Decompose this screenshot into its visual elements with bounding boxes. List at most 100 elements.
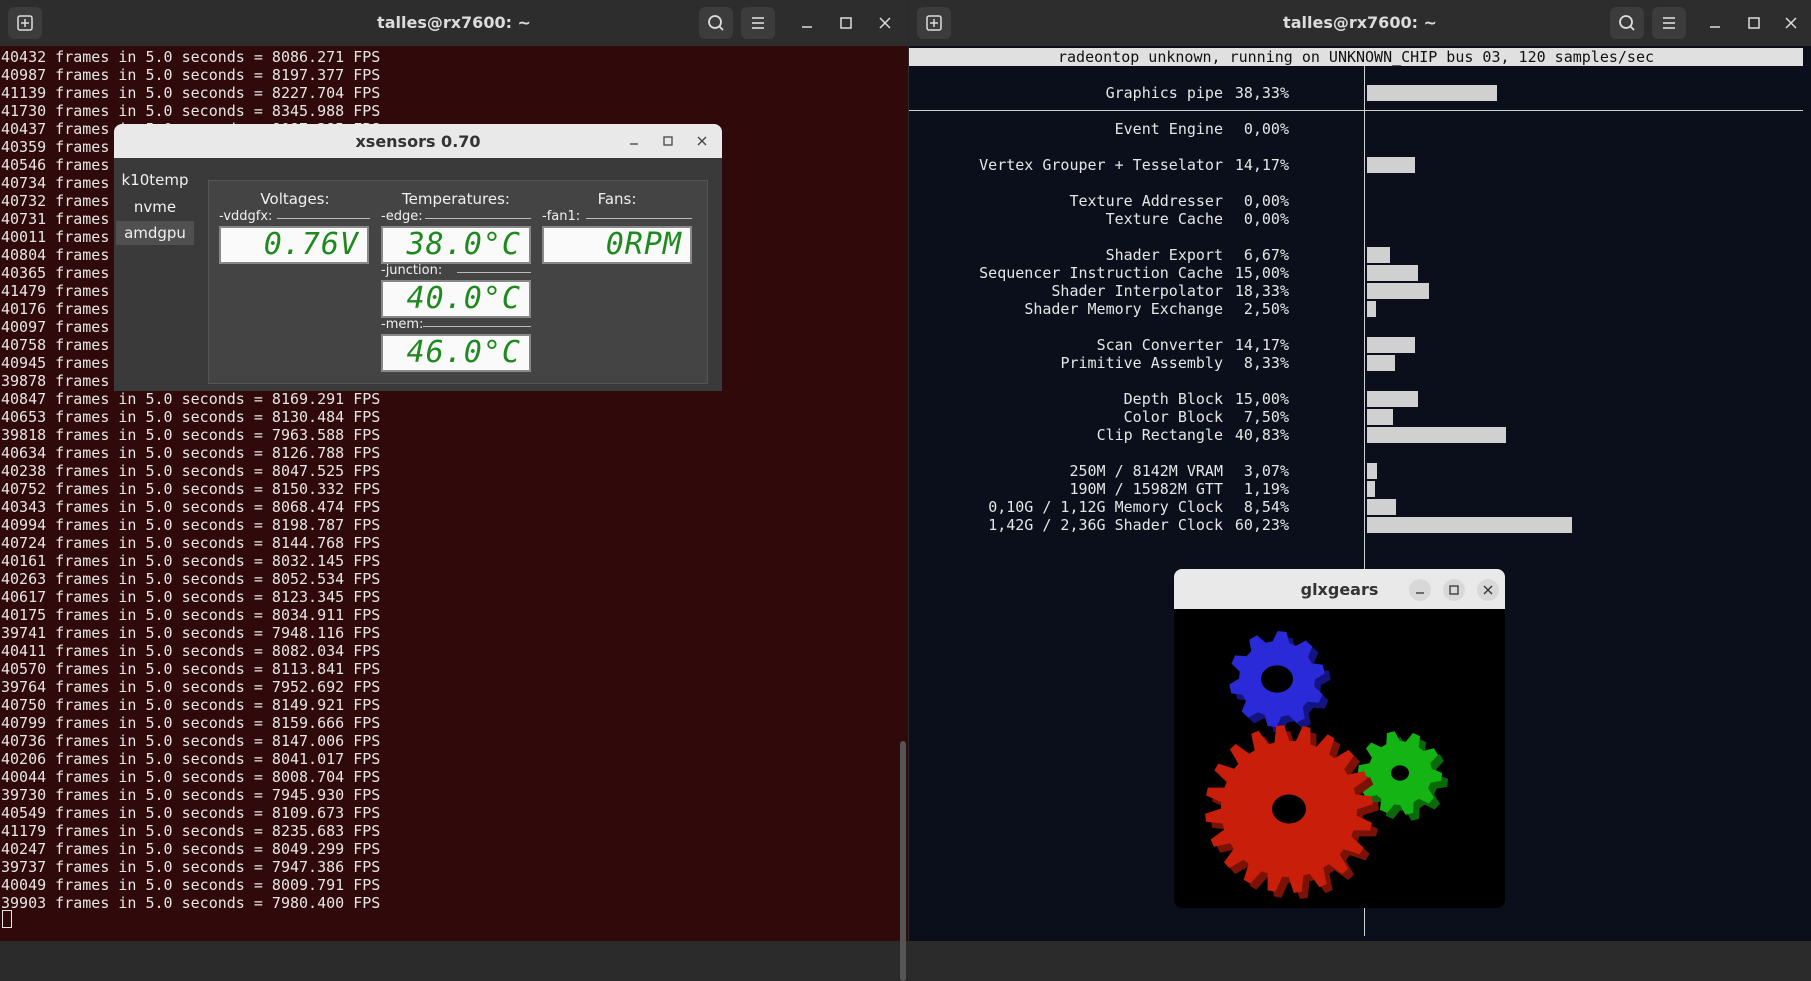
close-icon <box>879 17 891 29</box>
close-icon <box>1483 585 1493 595</box>
minimize-icon <box>1416 592 1424 594</box>
radeontop-row-label: 190M / 15982M GTT 1,19% <box>1069 480 1289 498</box>
usage-bar <box>1367 85 1497 101</box>
metric-name: Shader Interpolator <box>1051 282 1223 300</box>
maximize-icon <box>663 136 673 146</box>
fps-line: 40724 frames in 5.0 seconds = 8144.768 F… <box>1 534 381 552</box>
usage-bar <box>1367 337 1415 353</box>
usage-bar <box>1367 499 1396 515</box>
right-terminal-titlebar: talles@rx7600: ~ <box>909 0 1811 46</box>
close-icon <box>1785 17 1797 29</box>
metric-percent: 7,50% <box>1243 408 1289 426</box>
glxgears-canvas <box>1205 631 1448 899</box>
minimize-button[interactable] <box>1409 579 1431 601</box>
metric-name: Texture Cache <box>1105 210 1223 228</box>
maximize-button[interactable] <box>658 131 678 151</box>
search-button[interactable] <box>699 7 733 39</box>
close-button[interactable] <box>875 13 895 33</box>
metric-name: 190M / 15982M GTT <box>1069 480 1223 498</box>
minimize-button[interactable] <box>624 131 644 151</box>
fps-line: 40617 frames in 5.0 seconds = 8123.345 F… <box>1 588 381 606</box>
fps-line: 40799 frames in 5.0 seconds = 8159.666 F… <box>1 714 381 732</box>
fps-line: 40570 frames in 5.0 seconds = 8113.841 F… <box>1 660 381 678</box>
metric-percent: 18,33% <box>1234 282 1289 300</box>
radeontop-row-label: Sequencer Instruction Cache 15,00% <box>979 264 1289 282</box>
fps-line: 40847 frames in 5.0 seconds = 8169.291 F… <box>1 390 381 408</box>
red-gear <box>1205 725 1379 899</box>
fps-line: 39737 frames in 5.0 seconds = 7947.386 F… <box>1 858 381 876</box>
maximize-button[interactable] <box>1744 13 1764 33</box>
radeontop-row-label: Depth Block 15,00% <box>1124 390 1289 408</box>
fps-line: 40343 frames in 5.0 seconds = 8068.474 F… <box>1 498 381 516</box>
maximize-button[interactable] <box>836 13 856 33</box>
glxgears-titlebar: glxgears <box>1174 569 1505 609</box>
fps-line: 39764 frames in 5.0 seconds = 7952.692 F… <box>1 678 381 696</box>
fps-line: 40987 frames in 5.0 seconds = 8197.377 F… <box>1 66 381 84</box>
tab-k10temp[interactable]: k10temp <box>116 168 194 192</box>
metric-name: Texture Addresser <box>1069 192 1223 210</box>
metric-percent: 3,07% <box>1243 462 1289 480</box>
radeontop-row-label: 250M / 8142M VRAM 3,07% <box>1069 462 1289 480</box>
maximize-icon <box>840 17 852 29</box>
fans-title: Fans: <box>597 190 637 208</box>
usage-bar <box>1367 427 1506 443</box>
radeontop-row-label: Vertex Grouper + Tesselator 14,17% <box>979 156 1289 174</box>
metric-name: Sequencer Instruction Cache <box>979 264 1223 282</box>
vddgfx-label: -vddgfx: <box>219 209 273 224</box>
vddgfx-rule <box>277 218 370 219</box>
metric-percent: 0,00% <box>1243 120 1289 138</box>
amdgpu-sensor-panel: Voltages: Temperatures: Fans: -vddgfx: 0… <box>208 180 708 384</box>
radeontop-row-label: Shader Memory Exchange 2,50% <box>1024 300 1289 318</box>
metric-name: Graphics pipe <box>1105 84 1223 102</box>
radeontop-row-label: Shader Export 6,67% <box>1106 246 1289 264</box>
metric-percent: 0,00% <box>1243 192 1289 210</box>
fps-line: 41139 frames in 5.0 seconds = 8227.704 F… <box>1 84 381 102</box>
usage-bar <box>1367 517 1572 533</box>
usage-bar <box>1367 265 1418 281</box>
metric-percent: 8,33% <box>1243 354 1289 372</box>
minimize-button[interactable] <box>1705 13 1725 33</box>
menu-button[interactable] <box>741 7 775 39</box>
usage-bar <box>1367 283 1429 299</box>
xsensors-window: xsensors 0.70 k10temp nvme amdgpu Voltag… <box>114 124 722 391</box>
fps-line: 40175 frames in 5.0 seconds = 8034.911 F… <box>1 606 381 624</box>
mem-label: -mem: <box>381 317 424 332</box>
fps-line: 40994 frames in 5.0 seconds = 8198.787 F… <box>1 516 381 534</box>
xsensors-body: k10temp nvme amdgpu Voltages: Temperatur… <box>114 158 722 391</box>
usage-bar <box>1367 409 1393 425</box>
metric-name: 0,10G / 1,12G Memory Clock <box>988 498 1223 516</box>
radeontop-row-label: Texture Cache 0,00% <box>1106 210 1289 228</box>
metric-percent: 6,67% <box>1243 246 1289 264</box>
metric-name: Event Engine <box>1114 120 1223 138</box>
fps-line: 39818 frames in 5.0 seconds = 7963.588 F… <box>1 426 381 444</box>
minimize-icon <box>802 26 812 28</box>
metric-percent: 15,00% <box>1234 264 1289 282</box>
radeontop-row-label: Clip Rectangle 40,83% <box>1097 426 1289 444</box>
usage-bar <box>1367 481 1375 497</box>
close-button[interactable] <box>692 131 712 151</box>
close-button[interactable] <box>1477 579 1499 601</box>
search-button[interactable] <box>1610 7 1644 39</box>
close-icon <box>697 136 707 146</box>
maximize-button[interactable] <box>1443 579 1465 601</box>
fan1-label: -fan1: <box>542 209 581 224</box>
radeontop-row-label: Scan Converter 14,17% <box>1097 336 1289 354</box>
left-terminal-scrollbar[interactable] <box>900 741 906 981</box>
metric-name: Primitive Assembly <box>1060 354 1223 372</box>
fps-line: 40238 frames in 5.0 seconds = 8047.525 F… <box>1 462 381 480</box>
fps-line: 40161 frames in 5.0 seconds = 8032.145 F… <box>1 552 381 570</box>
metric-name: Clip Rectangle <box>1096 426 1223 444</box>
minimize-icon <box>1710 26 1720 28</box>
minimize-button[interactable] <box>797 13 817 33</box>
close-button[interactable] <box>1781 13 1801 33</box>
metric-percent: 2,50% <box>1243 300 1289 318</box>
usage-bar <box>1367 355 1395 371</box>
radeontop-row-label: Texture Addresser 0,00% <box>1069 192 1289 210</box>
fps-line: 40752 frames in 5.0 seconds = 8150.332 F… <box>1 480 381 498</box>
menu-button[interactable] <box>1652 7 1686 39</box>
junction-lcd: 40.0°C <box>381 280 531 318</box>
xsensors-titlebar: xsensors 0.70 <box>114 124 722 158</box>
voltages-title: Voltages: <box>260 190 330 208</box>
tab-nvme[interactable]: nvme <box>116 195 194 219</box>
tab-amdgpu[interactable]: amdgpu <box>116 221 194 245</box>
